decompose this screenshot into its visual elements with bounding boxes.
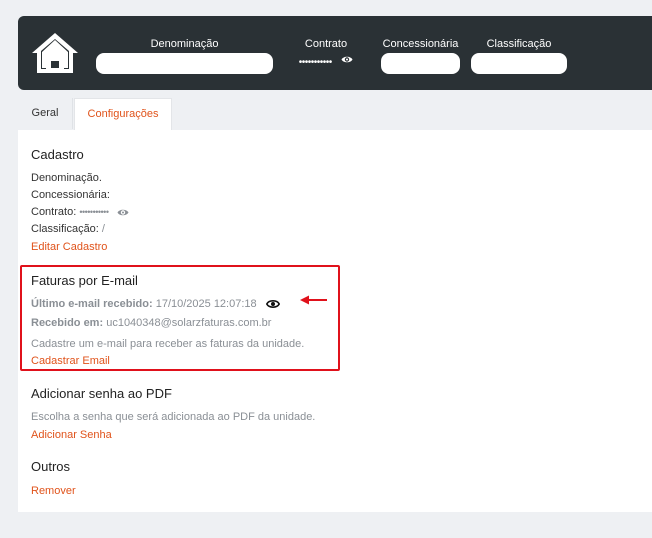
cadastro-contrato-masked: •••••••••••: [79, 207, 109, 217]
denominacao-field: Denominação: [96, 37, 273, 74]
arrow-left-icon: [300, 295, 327, 305]
classificacao-label: Classificação: [486, 38, 552, 50]
concessionaria-field: Concessionária: [381, 37, 460, 74]
cadastro-contrato-row: Contrato: •••••••••••: [31, 206, 129, 218]
configuracoes-panel: Cadastro Denominação. Concessionária: Co…: [18, 130, 652, 512]
cadastro-classificacao-label: Classificação:: [31, 223, 99, 235]
ultimo-email-row: Último e-mail recebido: 17/10/2025 12:07…: [31, 298, 257, 310]
denominacao-label: Denominação: [150, 38, 219, 50]
cadastrar-email-link[interactable]: Cadastrar Email: [31, 355, 110, 367]
recebido-em-row: Recebido em: uc1040348@solarzfaturas.com…: [31, 317, 271, 329]
faturas-description: Cadastre um e-mail para receber as fatur…: [31, 338, 305, 350]
cadastro-denominacao: Denominação.: [31, 172, 102, 184]
classificacao-field: Classificação: [471, 37, 567, 74]
contrato-masked-value: •••••••••••: [298, 57, 333, 68]
eye-icon[interactable]: [266, 299, 280, 309]
denominacao-value-box: [96, 53, 273, 74]
cadastro-classificacao-value: /: [101, 223, 105, 235]
cadastro-classificacao-row: Classificação: /: [31, 223, 105, 235]
outros-title: Outros: [31, 459, 71, 474]
cadastro-contrato-label: Contrato:: [31, 206, 77, 218]
recebido-em-label: Recebido em:: [31, 317, 104, 329]
contrato-field: Contrato •••••••••••: [288, 37, 364, 70]
tab-geral[interactable]: Geral: [18, 98, 73, 129]
editar-cadastro-link[interactable]: Editar Cadastro: [31, 241, 107, 253]
cadastro-concessionaria: Concessionária:: [31, 189, 110, 201]
cadastro-title: Cadastro: [31, 147, 84, 162]
adicionar-senha-link[interactable]: Adicionar Senha: [31, 429, 112, 441]
header-bar: Denominação Contrato ••••••••••• Concess…: [18, 16, 652, 90]
classificacao-value-box: [471, 53, 567, 74]
eye-icon[interactable]: [117, 208, 129, 217]
contrato-label: Contrato: [304, 38, 348, 50]
home-icon[interactable]: [30, 31, 80, 75]
faturas-title: Faturas por E-mail: [31, 273, 138, 288]
remover-link[interactable]: Remover: [31, 485, 76, 497]
senha-title: Adicionar senha ao PDF: [31, 386, 172, 401]
senha-description: Escolha a senha que será adicionada ao P…: [31, 411, 316, 423]
recebido-em-value: uc1040348@solarzfaturas.com.br: [106, 317, 272, 329]
tab-configuracoes[interactable]: Configurações: [74, 98, 172, 131]
eye-icon[interactable]: [341, 55, 353, 64]
concessionaria-label: Concessionária: [382, 38, 459, 50]
ultimo-email-value: 17/10/2025 12:07:18: [155, 298, 257, 310]
ultimo-email-label: Último e-mail recebido:: [31, 298, 153, 310]
concessionaria-value-box: [381, 53, 460, 74]
